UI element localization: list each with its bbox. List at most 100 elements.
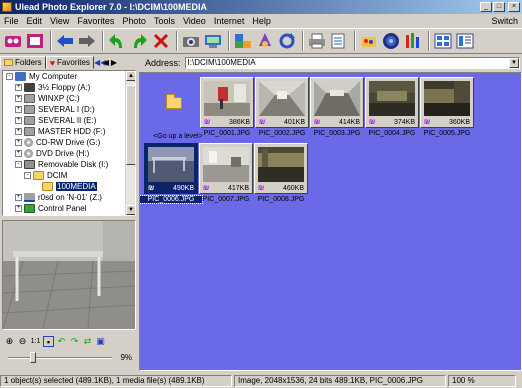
thumbnail-item[interactable]: ₪ 386KB PIC_0001.JPG — [200, 77, 254, 139]
expand-icon[interactable]: + — [15, 139, 22, 146]
thumbnail-image — [203, 147, 249, 182]
actual-size-icon[interactable]: 1:1 — [30, 336, 41, 347]
minimize-button[interactable]: _ — [480, 2, 492, 12]
rotate-left-small-icon[interactable]: ↶ — [56, 336, 67, 347]
menu-file[interactable]: File — [0, 16, 23, 26]
menu-view[interactable]: View — [46, 16, 73, 26]
tree-item[interactable]: + Control Panel — [3, 203, 135, 214]
network-drive-icon — [24, 193, 35, 202]
expand-icon[interactable]: + — [15, 95, 22, 102]
address-input[interactable]: I:\DCIM\100MEDIA ▼ — [184, 56, 520, 69]
thumbnail-item[interactable]: ₪ 401KB PIC_0002.JPG — [255, 77, 309, 139]
flip-icon[interactable]: ⇄ — [82, 336, 93, 347]
scroll-up-icon[interactable]: ▲ — [126, 71, 135, 81]
expand-icon[interactable]: + — [15, 84, 22, 91]
tree-item[interactable]: + CD-RW Drive (G:) — [3, 137, 135, 148]
collapse-icon[interactable]: - — [15, 161, 22, 168]
refresh-icon[interactable] — [277, 31, 297, 51]
thumbnail-item[interactable]: ₪ 417KB PIC_0007.JPG — [199, 143, 253, 205]
back-icon[interactable] — [55, 31, 75, 51]
zoom-out-icon[interactable]: ⊖ — [17, 336, 28, 347]
camera-icon[interactable] — [181, 31, 201, 51]
expand-icon[interactable]: + — [15, 205, 22, 212]
zoom-slider[interactable]: 9% — [2, 351, 136, 365]
tab-folders-label: Folders — [15, 58, 42, 67]
fit-window-icon[interactable]: ▪ — [43, 335, 54, 347]
menu-internet[interactable]: Internet — [210, 16, 249, 26]
thumbnail-item[interactable]: ₪ 374KB PIC_0004.JPG — [365, 77, 419, 139]
tree-item[interactable]: + DVD Drive (H:) — [3, 148, 135, 159]
collapse-icon[interactable]: - — [24, 172, 31, 179]
target-icon[interactable] — [381, 31, 401, 51]
expand-icon[interactable]: + — [15, 106, 22, 113]
tab-next-icon[interactable]: ▶ — [110, 57, 118, 69]
tree-item[interactable]: - DCIM — [3, 170, 135, 181]
jpeg-badge-icon: ₪ — [203, 185, 210, 192]
maximize-button[interactable]: □ — [493, 2, 505, 12]
rotate-right-icon[interactable] — [129, 31, 149, 51]
album-icon[interactable] — [3, 31, 23, 51]
tree-scrollbar[interactable]: ▲ ▼ — [125, 71, 135, 215]
tree-item[interactable]: + SEVERAL I (D:) — [3, 104, 135, 115]
menu-favorites[interactable]: Favorites — [73, 16, 118, 26]
thumbnail-item[interactable]: ₪ 414KB PIC_0003.JPG — [310, 77, 364, 139]
switch-menu[interactable]: Switch — [491, 16, 522, 26]
organize-icon[interactable] — [233, 31, 253, 51]
scroll-down-icon[interactable]: ▼ — [126, 205, 135, 215]
properties-icon[interactable]: ▣ — [95, 336, 106, 347]
tree-item-label: Shared Documents — [38, 215, 106, 216]
go-up-level[interactable]: <Go up a level> — [146, 77, 203, 140]
tab-folders[interactable]: Folders — [0, 56, 46, 69]
expand-icon[interactable]: + — [15, 150, 22, 157]
rotate-left-icon[interactable] — [107, 31, 127, 51]
tab-favorites-label: Favorites — [57, 58, 90, 67]
zoom-in-icon[interactable]: ⊕ — [4, 336, 15, 347]
zoom-percent: 9% — [120, 353, 132, 362]
menu-photo[interactable]: Photo — [118, 16, 150, 26]
wizard-icon[interactable] — [255, 31, 275, 51]
paint-icon[interactable] — [359, 31, 379, 51]
view-mode-icon[interactable] — [433, 31, 453, 51]
tab-prev-icon[interactable]: ◀ — [102, 57, 110, 69]
thumbnail-frame: ₪ 374KB — [365, 77, 419, 128]
tree-item[interactable]: - Removable Disk (I:) — [3, 159, 135, 170]
tree-item[interactable]: + SEVERAL II (E:) — [3, 115, 135, 126]
menu-video[interactable]: Video — [179, 16, 210, 26]
close-button[interactable]: × — [508, 2, 520, 12]
tree-item[interactable]: + r0sd on 'N-01' (Z:) — [3, 192, 135, 203]
tree-item[interactable]: + MASTER HDD (F:) — [3, 126, 135, 137]
thumbnail-item[interactable]: ₪ 460KB PIC_0008.JPG — [254, 143, 308, 205]
thumbnail-size: 401KB — [283, 119, 305, 126]
print-icon[interactable] — [307, 31, 327, 51]
menu-edit[interactable]: Edit — [23, 16, 47, 26]
layout-icon[interactable] — [455, 31, 475, 51]
tab-favorites[interactable]: ♥ Favorites — [45, 56, 94, 69]
print-preview-icon[interactable] — [329, 31, 349, 51]
tree-item[interactable]: + WINXP (C:) — [3, 93, 135, 104]
thumbnail-item[interactable]: ₪ 490KB PIC_0006.JPG — [140, 143, 203, 205]
tree-item[interactable]: +Shared Documents — [3, 214, 135, 216]
expand-icon[interactable]: + — [15, 128, 22, 135]
menu-tools[interactable]: Tools — [150, 16, 179, 26]
thumbnail-item[interactable]: ₪ 360KB PIC_0005.JPG — [420, 77, 474, 139]
expand-icon[interactable]: + — [15, 194, 22, 201]
expand-icon[interactable]: + — [15, 117, 22, 124]
scroll-thumb[interactable] — [126, 85, 135, 165]
toolbar-separator — [176, 31, 178, 51]
tree-item[interactable]: +3½ Floppy (A:) — [3, 82, 135, 93]
rotate-right-small-icon[interactable]: ↷ — [69, 336, 80, 347]
tab-scroll-left-icon[interactable]: ◀◀ — [94, 57, 106, 69]
collapse-icon[interactable]: - — [6, 73, 13, 80]
address-dropdown-icon[interactable]: ▼ — [509, 57, 519, 68]
jpeg-badge-icon: ₪ — [259, 119, 266, 126]
menu-help[interactable]: Help — [248, 16, 275, 26]
slideshow-icon[interactable] — [25, 31, 45, 51]
delete-icon[interactable] — [151, 31, 171, 51]
tree-item[interactable]: 100MEDIA — [3, 181, 135, 192]
slider-knob[interactable] — [30, 352, 36, 363]
forward-icon[interactable] — [77, 31, 97, 51]
thumbnail-size: 417KB — [227, 185, 249, 192]
acquire-icon[interactable] — [203, 31, 223, 51]
effects-icon[interactable] — [403, 31, 423, 51]
tree-item[interactable]: - My Computer — [3, 71, 135, 82]
